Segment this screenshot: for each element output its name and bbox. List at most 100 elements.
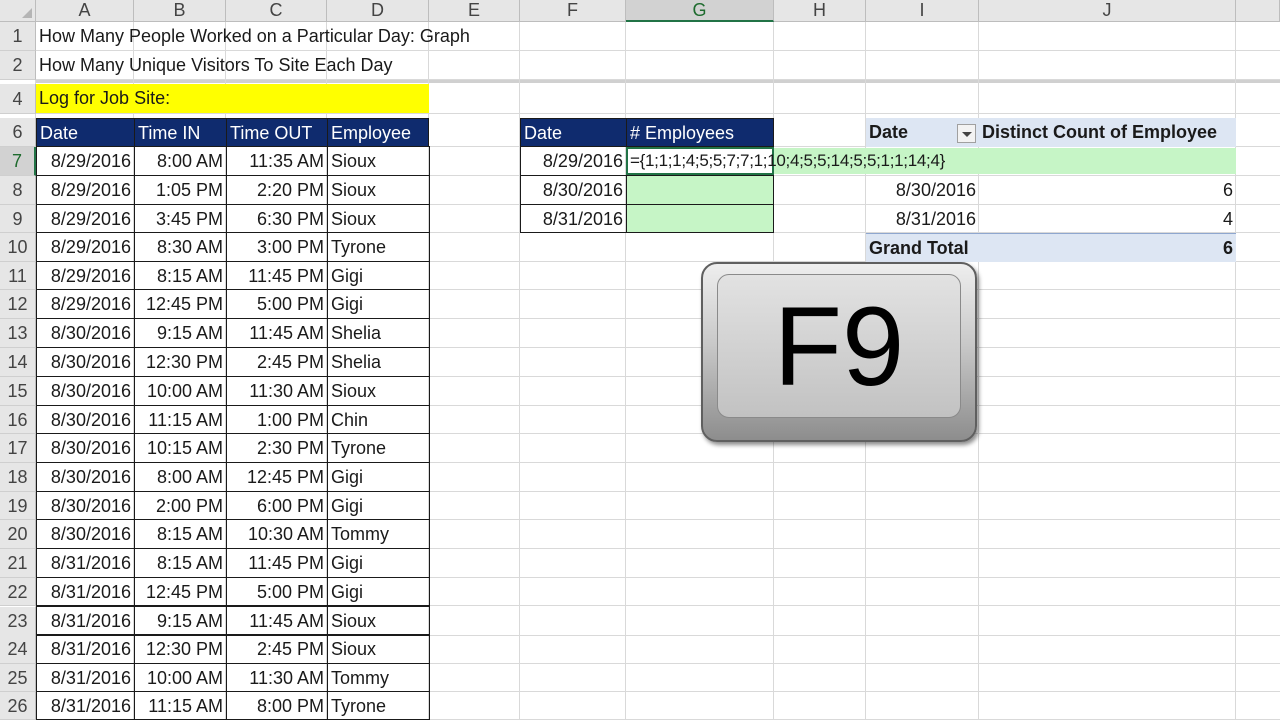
summary-date-1[interactable]: 8/29/2016 [520,146,627,176]
column-header-d[interactable]: D [327,0,429,22]
log-time-in-cell[interactable]: 8:15 AM [134,261,227,290]
log-time-in-cell[interactable]: 12:30 PM [134,347,227,377]
log-date-cell[interactable]: 8/29/2016 [36,175,135,205]
row-header-14[interactable]: 14 [0,348,36,377]
log-date-cell[interactable]: 8/31/2016 [36,634,135,664]
row-header-1[interactable]: 1 [0,22,36,51]
log-date-cell[interactable]: 8/29/2016 [36,204,135,233]
column-header-c[interactable]: C [226,0,327,22]
log-date-cell[interactable]: 8/30/2016 [36,462,135,492]
log-time-out-cell[interactable]: 10:30 AM [226,519,328,549]
log-employee-cell[interactable]: Sioux [327,634,430,664]
log-time-in-cell[interactable]: 2:00 PM [134,491,227,520]
log-header-time-out[interactable]: Time OUT [226,118,328,147]
log-employee-cell[interactable]: Sioux [327,204,430,233]
log-time-out-cell[interactable]: 11:30 AM [226,663,328,692]
pivot-grand-total-label[interactable]: Grand Total [866,233,979,262]
column-header-e[interactable]: E [429,0,520,22]
log-employee-cell[interactable]: Gigi [327,491,430,520]
log-time-out-cell[interactable]: 5:00 PM [226,577,328,606]
cell-a1-title[interactable]: How Many People Worked on a Particular D… [36,22,473,51]
log-date-cell[interactable]: 8/30/2016 [36,519,135,549]
row-header-19[interactable]: 19 [0,492,36,520]
log-time-in-cell[interactable]: 3:45 PM [134,204,227,233]
log-date-cell[interactable]: 8/29/2016 [36,232,135,262]
log-employee-cell[interactable]: Sioux [327,175,430,205]
log-time-in-cell[interactable]: 11:15 AM [134,691,227,720]
row-header-13[interactable]: 13 [0,319,36,348]
log-employee-cell[interactable]: Gigi [327,577,430,606]
column-header-b[interactable]: B [134,0,226,22]
row-header-16[interactable]: 16 [0,406,36,434]
log-time-out-cell[interactable]: 6:00 PM [226,491,328,520]
log-time-in-cell[interactable]: 12:45 PM [134,577,227,606]
log-time-out-cell[interactable]: 3:00 PM [226,232,328,262]
log-time-in-cell[interactable]: 1:05 PM [134,175,227,205]
log-date-cell[interactable]: 8/30/2016 [36,405,135,434]
log-employee-cell[interactable]: Tommy [327,663,430,692]
log-employee-cell[interactable]: Sioux [327,376,430,406]
row-header-2[interactable]: 2 [0,51,36,80]
log-employee-cell[interactable]: Shelia [327,347,430,377]
log-time-out-cell[interactable]: 11:30 AM [226,376,328,406]
log-time-out-cell[interactable]: 2:30 PM [226,433,328,463]
log-employee-cell[interactable]: Tyrone [327,691,430,720]
log-employee-cell[interactable]: Sioux [327,146,430,176]
row-header-10[interactable]: 10 [0,233,36,262]
log-employee-cell[interactable]: Chin [327,405,430,434]
column-header-h[interactable]: H [774,0,866,22]
log-employee-cell[interactable]: Gigi [327,261,430,290]
summary-header-employees[interactable]: # Employees [626,118,774,147]
row-header-12[interactable]: 12 [0,290,36,319]
pivot-filter-dropdown-icon[interactable] [957,124,976,143]
log-time-in-cell[interactable]: 8:15 AM [134,519,227,549]
log-time-out-cell[interactable]: 11:45 AM [226,318,328,348]
log-employee-cell[interactable]: Shelia [327,318,430,348]
row-header-6[interactable]: 6 [0,118,36,147]
log-employee-cell[interactable]: Tommy [327,519,430,549]
summary-date-2[interactable]: 8/30/2016 [520,175,627,205]
log-header-employee[interactable]: Employee [327,118,429,147]
log-date-cell[interactable]: 8/29/2016 [36,146,135,176]
cell-a4-log-label[interactable]: Log for Job Site: [36,84,429,113]
log-time-in-cell[interactable]: 9:15 AM [134,318,227,348]
column-header-i[interactable]: I [866,0,979,22]
row-header-22[interactable]: 22 [0,578,36,606]
log-date-cell[interactable]: 8/31/2016 [36,663,135,692]
log-time-in-cell[interactable]: 10:00 AM [134,376,227,406]
row-header-23[interactable]: 23 [0,607,36,636]
log-time-in-cell[interactable]: 12:30 PM [134,634,227,664]
log-time-in-cell[interactable]: 8:15 AM [134,548,227,578]
log-header-date[interactable]: Date [36,118,135,147]
log-time-in-cell[interactable]: 11:15 AM [134,405,227,434]
row-header-26[interactable]: 26 [0,692,36,720]
log-time-out-cell[interactable]: 8:00 PM [226,691,328,720]
log-time-in-cell[interactable]: 8:30 AM [134,232,227,262]
row-header-24[interactable]: 24 [0,635,36,664]
column-header-f[interactable]: F [520,0,626,22]
column-header-overflow[interactable] [1236,0,1280,22]
log-time-in-cell[interactable]: 9:15 AM [134,606,227,636]
log-time-out-cell[interactable]: 5:00 PM [226,289,328,319]
log-employee-cell[interactable]: Sioux [327,606,430,636]
log-employee-cell[interactable]: Gigi [327,462,430,492]
pivot-row-date-2[interactable]: 8/31/2016 [866,205,979,234]
row-header-8[interactable]: 8 [0,176,36,205]
column-header-g[interactable]: G [626,0,774,22]
pivot-grand-total-value[interactable]: 6 [979,233,1236,262]
log-time-in-cell[interactable]: 8:00 AM [134,146,227,176]
select-all-corner[interactable] [0,0,36,22]
summary-header-date[interactable]: Date [520,118,627,147]
row-header-11[interactable]: 11 [0,262,36,290]
log-time-out-cell[interactable]: 1:00 PM [226,405,328,434]
column-header-a[interactable]: A [36,0,134,22]
row-header-18[interactable]: 18 [0,463,36,492]
log-time-in-cell[interactable]: 10:15 AM [134,433,227,463]
cell-a2-title[interactable]: How Many Unique Visitors To Site Each Da… [36,51,396,80]
log-time-out-cell[interactable]: 2:45 PM [226,634,328,664]
log-date-cell[interactable]: 8/31/2016 [36,548,135,578]
log-time-in-cell[interactable]: 10:00 AM [134,663,227,692]
row-header-20[interactable]: 20 [0,520,36,549]
log-date-cell[interactable]: 8/30/2016 [36,433,135,463]
log-header-time-in[interactable]: Time IN [134,118,227,147]
